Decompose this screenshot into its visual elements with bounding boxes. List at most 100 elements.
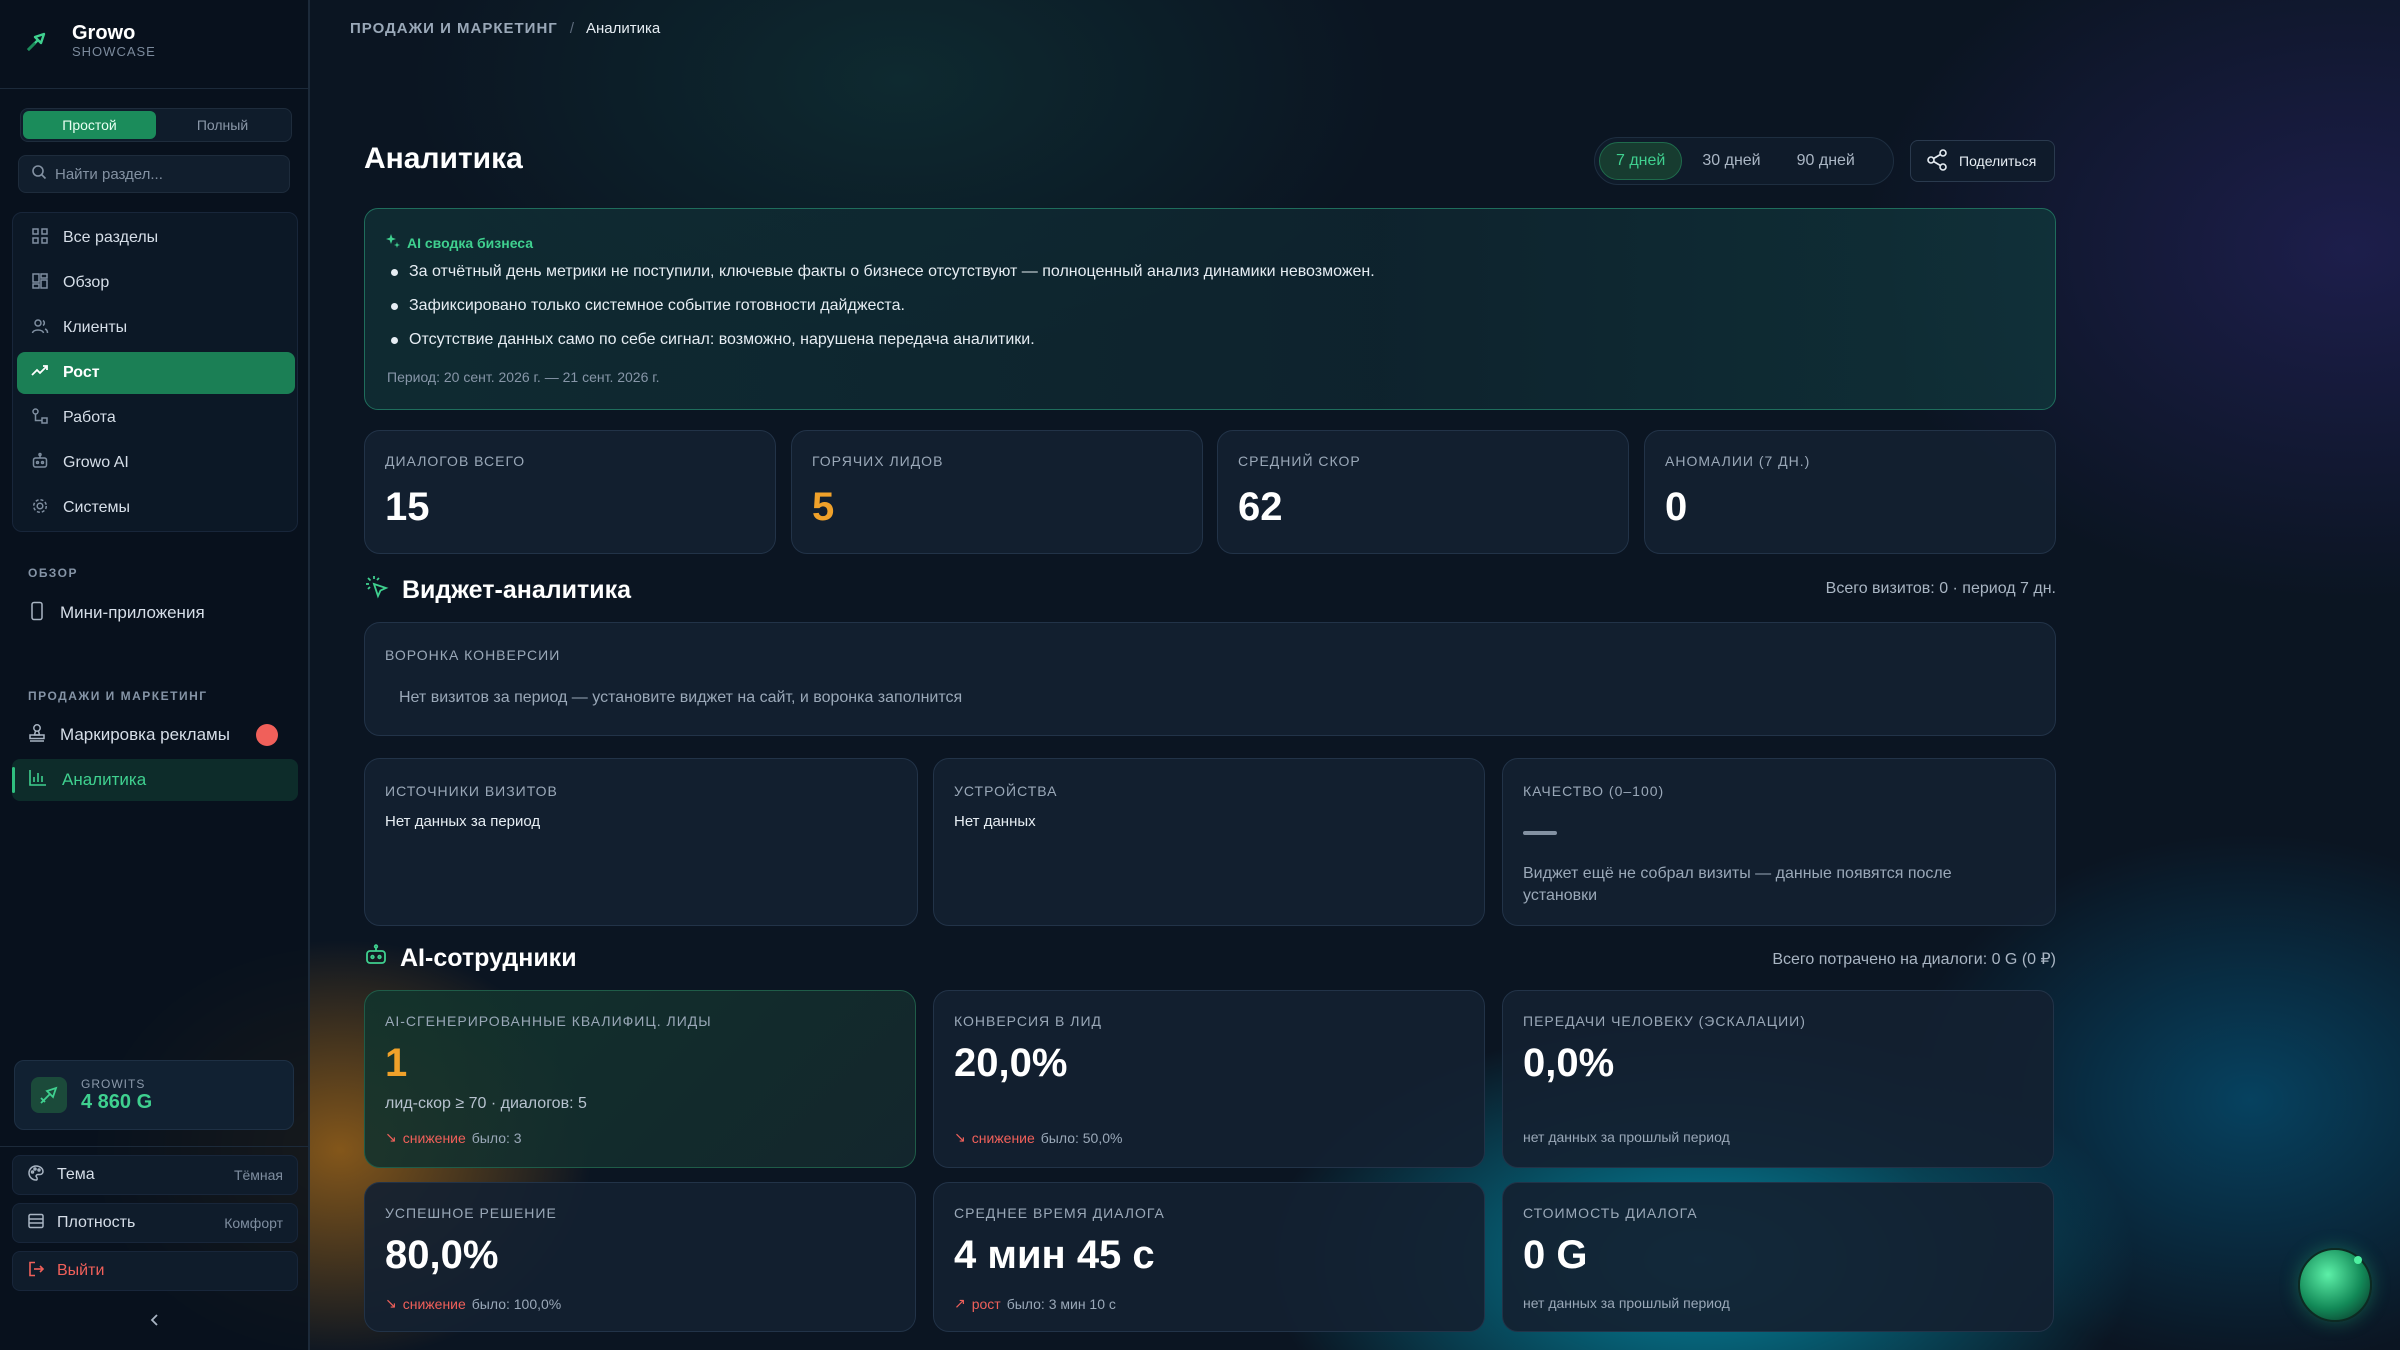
metric-note: нет данных за прошлый период [1523, 1129, 1730, 1145]
panel-label: УСТРОЙСТВА [954, 783, 1058, 799]
funnel-empty-text: Нет визитов за период — установите видже… [399, 689, 963, 706]
collapse-sidebar-button[interactable] [140, 1305, 170, 1335]
metric-label: AI-СГЕНЕРИРОВАННЫЕ КВАЛИФИЦ. ЛИДЫ [385, 1013, 712, 1029]
growo-logo-icon [22, 26, 52, 56]
section-title-sales: ПРОДАЖИ И МАРКЕТИНГ [28, 689, 208, 703]
nav-item-clients[interactable]: Клиенты [17, 307, 295, 349]
metric-value: 1 [385, 1041, 408, 1085]
metric-trend: ↗ рост было: 3 мин 10 с [954, 1295, 1116, 1312]
nav-item-label: Growo AI [63, 454, 129, 471]
kpi-label: ГОРЯЧИХ ЛИДОВ [812, 453, 944, 469]
kpi-label: ДИАЛОГОВ ВСЕГО [385, 453, 526, 469]
chevron-left-icon [149, 1307, 161, 1333]
panel-label: ВОРОНКА КОНВЕРСИИ [385, 647, 561, 663]
period-30d-button[interactable]: 30 дней [1686, 142, 1776, 180]
widget-visits-summary: Всего визитов: 0 · период 7 дн. [1825, 580, 2056, 597]
sidebar-item-mini-apps[interactable]: Мини-приложения [12, 592, 298, 634]
mode-full-button[interactable]: Полный [156, 111, 289, 139]
search-box [18, 155, 290, 193]
sparkle-icon [385, 233, 401, 252]
quality-empty-text: Виджет ещё не собрал визиты — данные поя… [1523, 865, 1952, 904]
brand-subtitle: SHOWCASE [72, 44, 156, 59]
metric-value: 80,0% [385, 1233, 499, 1277]
assistant-orb-button[interactable] [2298, 1248, 2372, 1322]
sidebar-item-ad-marking[interactable]: Маркировка рекламы [12, 714, 298, 756]
trend-label: снижение [971, 1129, 1035, 1146]
breadcrumb-section-link[interactable]: ПРОДАЖИ И МАРКЕТИНГ [350, 20, 558, 37]
nav-item-work[interactable]: Работа [17, 397, 295, 439]
ai-summary-title: AI сводка бизнеса [407, 234, 534, 251]
trend-down-icon: ↘ [954, 1129, 966, 1145]
metric-value: 0 G [1523, 1233, 1588, 1277]
density-setting[interactable]: Плотность Комфорт [12, 1203, 298, 1243]
theme-label: Тема [57, 1166, 95, 1183]
avg-dialog-time-card: СРЕДНЕЕ ВРЕМЯ ДИАЛОГА 4 мин 45 с ↗ рост … [933, 1182, 1485, 1332]
trend-previous: было: 3 мин 10 с [1006, 1295, 1116, 1312]
empty-value-dash [1523, 831, 1557, 835]
mode-switch: Простой Полный [20, 108, 292, 142]
nav-item-label: Работа [63, 409, 116, 426]
metric-trend: ↘ снижение было: 50,0% [954, 1129, 1122, 1146]
kpi-value: 0 [1665, 485, 1688, 529]
logout-button[interactable]: Выйти [12, 1251, 298, 1291]
nav-item-label: Рост [63, 364, 100, 381]
successful-resolution-card: УСПЕШНОЕ РЕШЕНИЕ 80,0% ↘ снижение было: … [364, 1182, 916, 1332]
period-90d-button[interactable]: 90 дней [1781, 142, 1871, 180]
share-button[interactable]: Поделиться [1910, 140, 2055, 182]
trend-down-icon: ↘ [385, 1129, 397, 1145]
logout-label: Выйти [57, 1262, 105, 1279]
kpi-card-avg-score: СРЕДНИЙ СКОР 62 [1217, 430, 1629, 554]
nav-item-systems[interactable]: Системы [17, 487, 295, 529]
widget-analytics-heading: Виджет-аналитика [364, 574, 631, 607]
page-title: Аналитика [364, 142, 523, 175]
metric-subtitle: лид-скор ≥ 70 · диалогов: 5 [385, 1095, 587, 1112]
nav-item-label: Обзор [63, 274, 110, 291]
ai-summary-header: AI сводка бизнеса [385, 233, 533, 252]
brand-name: Growo [72, 22, 136, 44]
breadcrumb: ПРОДАЖИ И МАРКЕТИНГ / Аналитика [350, 20, 660, 37]
metric-label: КОНВЕРСИЯ В ЛИД [954, 1013, 1102, 1029]
metric-note: нет данных за прошлый период [1523, 1295, 1730, 1311]
trend-previous: было: 100,0% [471, 1295, 562, 1312]
period-7d-button[interactable]: 7 дней [1599, 142, 1683, 180]
cursor-click-icon [364, 574, 390, 607]
trend-icon [31, 362, 49, 385]
logout-icon [27, 1260, 45, 1283]
nav-item-overview[interactable]: Обзор [17, 262, 295, 304]
notification-badge [256, 724, 278, 746]
nav-item-growth[interactable]: Рост [17, 352, 295, 394]
theme-setting[interactable]: Тема Тёмная [12, 1155, 298, 1195]
divider [0, 88, 310, 89]
breadcrumb-separator: / [569, 20, 574, 37]
metric-trend: ↘ снижение было: 3 [385, 1129, 522, 1146]
nav-item-label: Клиенты [63, 319, 128, 336]
workflow-icon [31, 407, 49, 430]
main-nav: Все разделы Обзор Клиенты Рост Работа Gr… [12, 212, 298, 532]
kpi-card-anomalies: АНОМАЛИИ (7 ДН.) 0 [1644, 430, 2056, 554]
visit-sources-card: ИСТОЧНИКИ ВИЗИТОВ Нет данных за период [364, 758, 918, 926]
sidebar-item-analytics[interactable]: Аналитика [12, 759, 298, 801]
trend-label: снижение [402, 1295, 466, 1312]
search-input[interactable] [55, 165, 275, 183]
search-icon [31, 164, 47, 185]
phone-icon [28, 601, 46, 626]
sidebar-item-label: Аналитика [62, 770, 147, 789]
list-item: За отчётный день метрики не поступили, к… [387, 263, 1375, 281]
list-item: Отсутствие данных само по себе сигнал: в… [387, 331, 1375, 349]
metric-label: УСПЕШНОЕ РЕШЕНИЕ [385, 1205, 557, 1221]
metric-value: 0,0% [1523, 1041, 1615, 1085]
kpi-value: 15 [385, 485, 430, 529]
section-title-overview: ОБЗОР [28, 566, 78, 580]
lead-conversion-card: КОНВЕРСИЯ В ЛИД 20,0% ↘ снижение было: 5… [933, 990, 1485, 1168]
devices-empty-text: Нет данных [954, 813, 1036, 830]
nav-item-growo-ai[interactable]: Growo AI [17, 442, 295, 484]
growits-value: 4 860 G [81, 1090, 153, 1113]
trend-label: рост [971, 1295, 1001, 1312]
dashboard-icon [31, 272, 49, 295]
mode-simple-button[interactable]: Простой [23, 111, 156, 139]
brand[interactable]: Growo SHOWCASE [22, 22, 156, 59]
growits-balance[interactable]: GROWITS 4 860 G [14, 1060, 294, 1130]
nav-item-all-sections[interactable]: Все разделы [17, 217, 295, 259]
stamp-icon [28, 723, 46, 748]
escalations-card: ПЕРЕДАЧИ ЧЕЛОВЕКУ (ЭСКАЛАЦИИ) 0,0% нет д… [1502, 990, 2054, 1168]
